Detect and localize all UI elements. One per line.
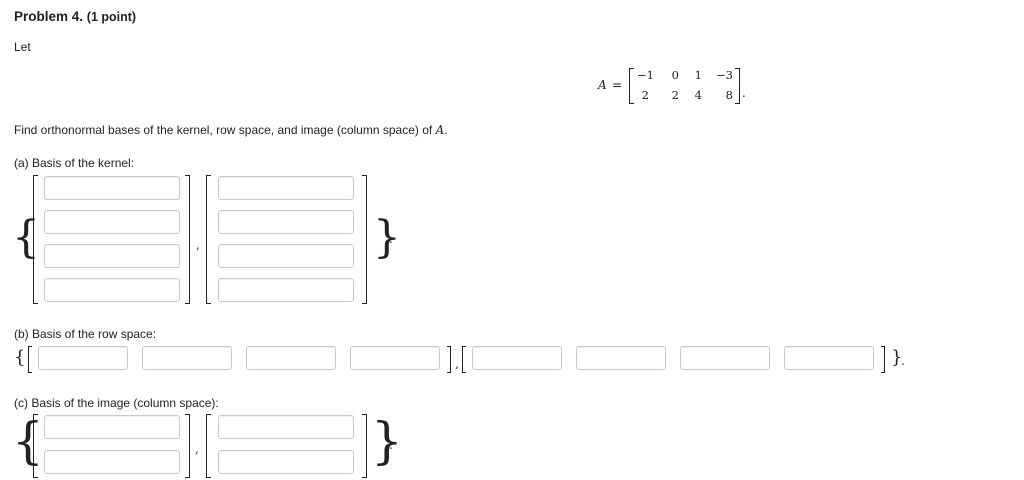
matrix-display: A = −1 0 1 −3 2 2 4 8 . [598, 66, 758, 106]
kernel-right-brace: } [373, 212, 401, 263]
prompt-variable: A [435, 123, 445, 137]
image-v2-right-bracket [362, 414, 367, 478]
kernel-v2-entry-4[interactable] [218, 278, 354, 302]
row-v1-entry-2[interactable] [142, 346, 232, 370]
kernel-v2-entry-3[interactable] [218, 244, 354, 268]
matrix-cell: 1 [694, 68, 702, 82]
row-space-period: . [901, 354, 905, 368]
matrix-cell: 2 [641, 88, 649, 102]
prompt-sentence: Find orthonormal bases of the kernel, ro… [14, 123, 433, 137]
row-space-label: (b) Basis of the row space: [14, 327, 157, 341]
image-v2-left-bracket [206, 414, 211, 478]
kernel-period: . [389, 232, 393, 246]
row-v1-entry-3[interactable] [246, 346, 336, 370]
image-v1-left-bracket [33, 414, 38, 478]
problem-number: Problem 4. [14, 9, 84, 24]
kernel-v1-right-bracket [185, 175, 190, 304]
matrix-equals: = [612, 78, 623, 92]
image-v1-right-bracket [185, 414, 190, 478]
row-v2-left-bracket [462, 346, 466, 373]
row-v2-right-bracket [881, 346, 885, 373]
row-space-left-brace: { [14, 347, 26, 368]
row-v1-entry-4[interactable] [350, 346, 440, 370]
image-v2-entry-2[interactable] [218, 450, 354, 474]
prompt-period: . [444, 123, 448, 137]
matrix-cell: 4 [694, 88, 702, 102]
kernel-v1-left-bracket [33, 175, 38, 304]
row-v1-right-bracket [447, 346, 451, 373]
problem-points: (1 point) [86, 10, 137, 24]
row-v2-entry-4[interactable] [784, 346, 874, 370]
kernel-v1-entry-3[interactable] [44, 244, 180, 268]
kernel-v2-left-bracket [206, 175, 211, 304]
image-comma: , [195, 442, 199, 456]
row-space-comma: , [455, 357, 459, 371]
kernel-v2-right-bracket [362, 175, 367, 304]
kernel-v1-entry-2[interactable] [44, 210, 180, 234]
matrix-name: A [598, 78, 607, 92]
matrix-right-bracket [735, 68, 740, 104]
matrix-cell: −3 [716, 68, 733, 82]
let-text: Let [14, 40, 31, 54]
problem-title: Problem 4. (1 point) [14, 9, 136, 24]
prompt-text: Find orthonormal bases of the kernel, ro… [14, 123, 448, 137]
kernel-comma: , [196, 238, 200, 252]
kernel-v2-entry-1[interactable] [218, 176, 354, 200]
kernel-label: (a) Basis of the kernel: [14, 156, 135, 170]
image-period: . [389, 438, 393, 452]
image-v1-entry-2[interactable] [44, 450, 180, 474]
matrix-cell: 8 [725, 88, 733, 102]
image-left-brace: { [12, 412, 44, 470]
row-v2-entry-2[interactable] [576, 346, 666, 370]
image-v1-entry-1[interactable] [44, 415, 180, 439]
image-v2-entry-1[interactable] [218, 415, 354, 439]
kernel-v2-entry-2[interactable] [218, 210, 354, 234]
row-v2-entry-3[interactable] [680, 346, 770, 370]
kernel-v1-entry-1[interactable] [44, 176, 180, 200]
matrix-period: . [742, 86, 746, 100]
row-v1-entry-1[interactable] [38, 346, 128, 370]
kernel-v1-entry-4[interactable] [44, 278, 180, 302]
matrix-cell: −1 [637, 68, 654, 82]
image-label: (c) Basis of the image (column space): [14, 396, 219, 410]
row-v2-entry-1[interactable] [472, 346, 562, 370]
row-v1-left-bracket [28, 346, 32, 373]
image-right-brace: } [371, 412, 403, 470]
